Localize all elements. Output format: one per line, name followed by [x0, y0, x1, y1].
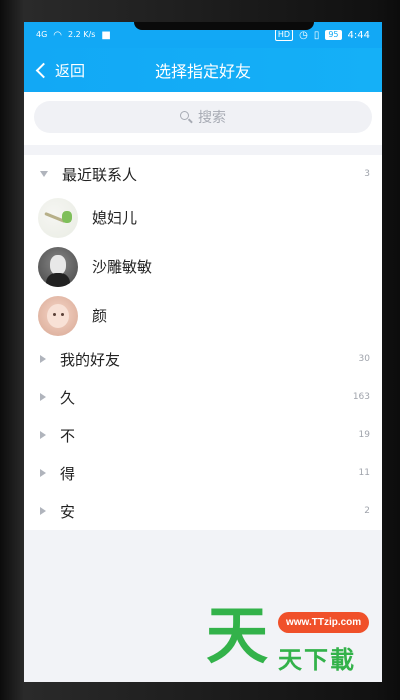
group-name: 不	[60, 426, 76, 445]
hd-badge: HD	[274, 29, 294, 41]
group-count: 19	[358, 430, 370, 440]
triangle-right-icon	[40, 469, 46, 477]
triangle-right-icon	[40, 393, 46, 401]
group-name: 我的好友	[60, 350, 121, 369]
group-bu[interactable]: 不 19	[24, 416, 382, 454]
chevron-left-icon	[35, 62, 52, 78]
group-name: 久	[60, 388, 76, 407]
triangle-right-icon	[40, 355, 46, 363]
vibrate-icon: ▯	[313, 29, 320, 41]
title-bar: 返回 选择指定好友	[24, 48, 382, 92]
phone-frame: 4G ◠ 2.2 K/s ■ HD ◷ ▯ 95 4:44 返回 选择指定好友	[0, 0, 400, 700]
triangle-right-icon	[40, 431, 46, 439]
group-count: 11	[358, 468, 370, 478]
contact-name: 沙雕敏敏	[92, 258, 153, 276]
watermark-logo-char: 天	[206, 599, 269, 672]
search-placeholder: 搜索	[198, 110, 226, 126]
watermark-url: www.TTzip.com	[278, 612, 370, 633]
search-input[interactable]: 搜索	[34, 101, 372, 133]
group-name: 安	[60, 502, 76, 521]
clock-time: 4:44	[347, 29, 370, 41]
avatar	[38, 295, 78, 336]
group-recent-contacts[interactable]: 最近联系人 3	[24, 155, 382, 193]
back-button[interactable]: 返回	[35, 48, 86, 92]
avatar	[38, 246, 78, 287]
group-count: 163	[352, 392, 370, 402]
contact-row[interactable]: 媳妇儿	[24, 193, 382, 242]
section-gap	[24, 145, 382, 155]
app-notification-icon: ■	[101, 29, 111, 41]
back-label: 返回	[55, 61, 86, 80]
contact-row[interactable]: 颜	[24, 291, 382, 340]
search-icon	[180, 111, 193, 124]
network-speed: 2.2 K/s	[68, 30, 96, 39]
contact-name: 媳妇儿	[92, 209, 138, 227]
camera-notch	[134, 22, 314, 30]
triangle-down-icon	[40, 171, 48, 177]
group-jiu[interactable]: 久 163	[24, 378, 382, 416]
contact-name: 颜	[92, 307, 108, 325]
status-right: HD ◷ ▯ 95 4:44	[274, 29, 370, 41]
group-de[interactable]: 得 11	[24, 454, 382, 492]
group-an[interactable]: 安 2	[24, 492, 382, 530]
group-name: 最近联系人	[62, 165, 138, 184]
friend-group-list: 最近联系人 3 媳妇儿 沙雕敏敏 颜 我的好友 30 久 163 不 19 得 …	[24, 155, 382, 530]
alarm-icon: ◷	[299, 29, 308, 41]
group-count: 30	[358, 354, 370, 364]
group-count: 3	[364, 169, 370, 179]
search-section: 搜索	[24, 92, 382, 145]
triangle-right-icon	[40, 507, 46, 515]
site-watermark: 天 www.TTzip.com 天下載	[200, 600, 380, 684]
screen: 4G ◠ 2.2 K/s ■ HD ◷ ▯ 95 4:44 返回 选择指定好友	[24, 22, 382, 682]
group-name: 得	[60, 464, 76, 483]
status-left: 4G ◠ 2.2 K/s ■	[36, 30, 111, 41]
watermark-text: 天下載	[278, 646, 356, 674]
wifi-icon: ◠	[53, 29, 63, 41]
network-indicator: 4G	[36, 30, 48, 39]
group-my-friends[interactable]: 我的好友 30	[24, 340, 382, 378]
avatar	[38, 197, 78, 238]
contact-row[interactable]: 沙雕敏敏	[24, 242, 382, 291]
battery-level: 95	[325, 30, 342, 40]
group-count: 2	[364, 506, 370, 516]
